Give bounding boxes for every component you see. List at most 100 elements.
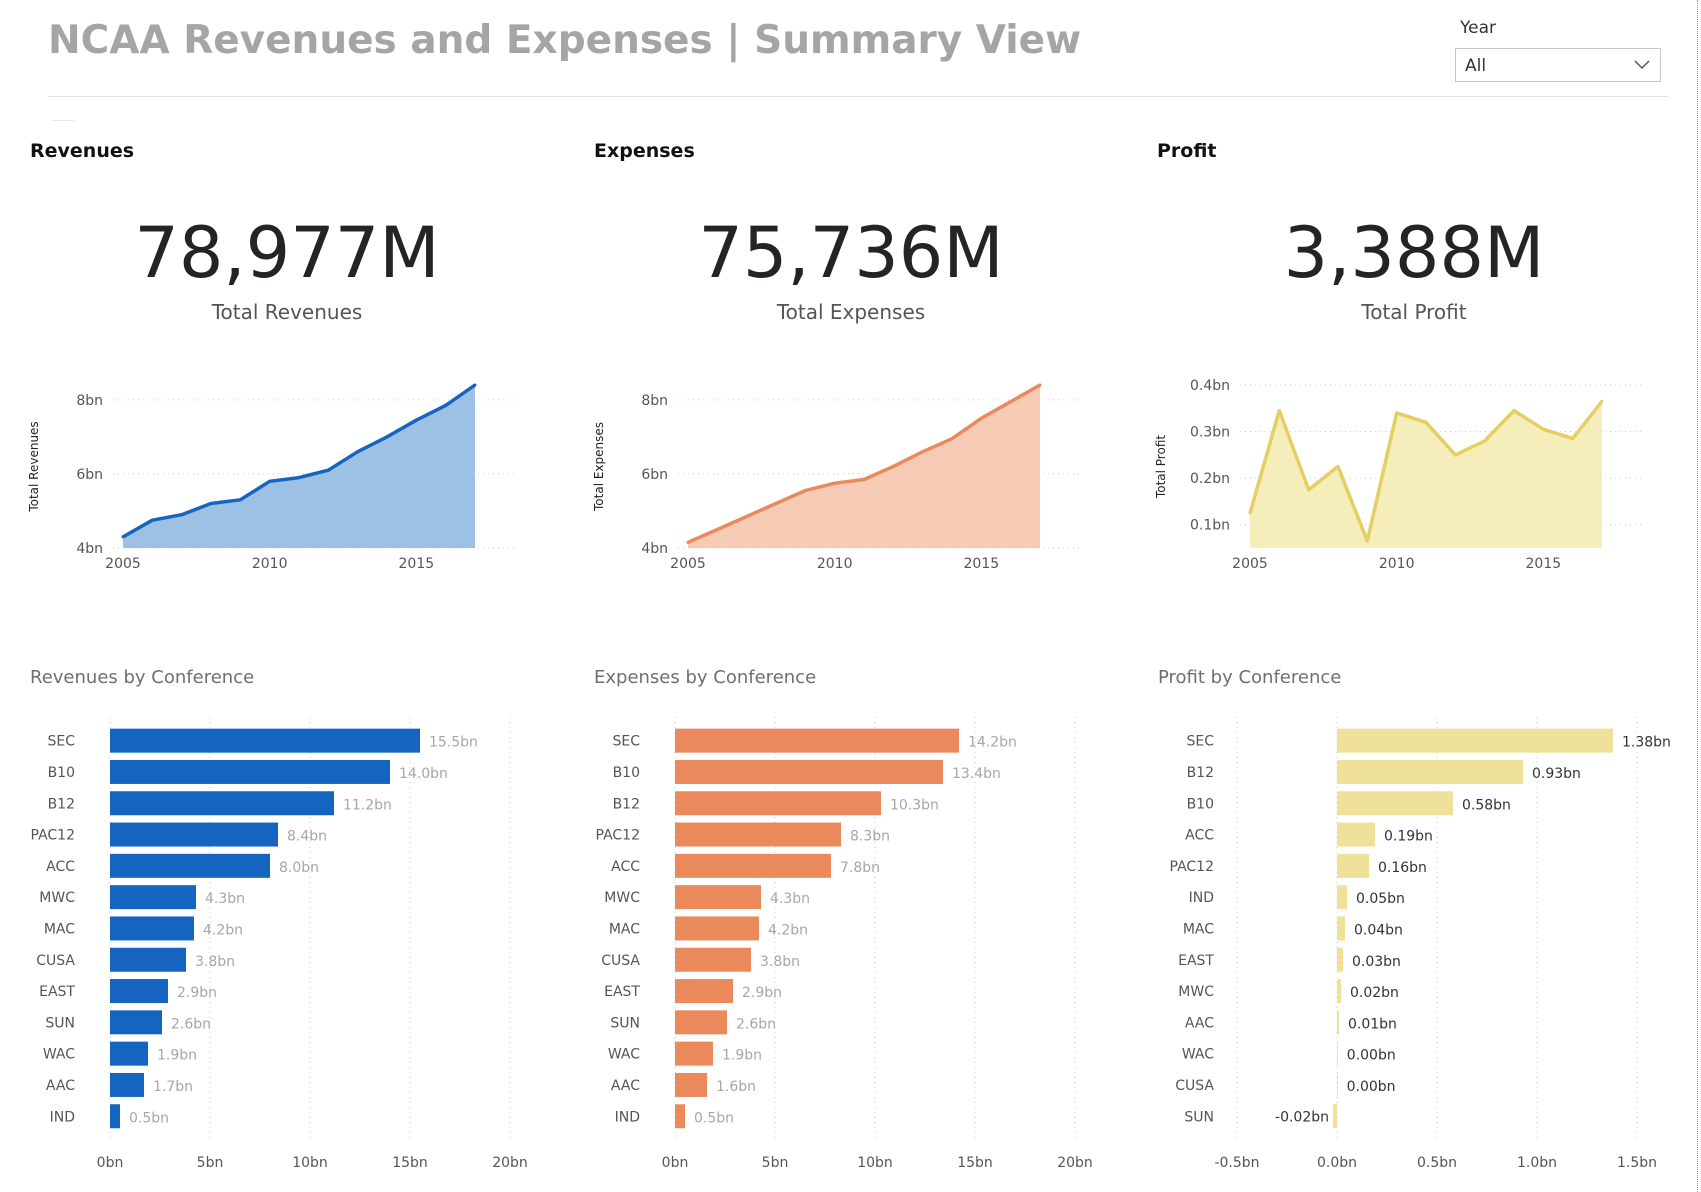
bar <box>675 947 751 972</box>
category-label: EAST <box>604 984 640 1000</box>
bar <box>675 979 733 1004</box>
data-point <box>715 527 719 531</box>
x-tick-label: 2010 <box>817 556 853 572</box>
data-point <box>686 540 690 544</box>
y-tick-label: 4bn <box>641 541 668 557</box>
data-point <box>1571 437 1575 441</box>
data-point <box>921 450 925 454</box>
bar <box>110 822 278 847</box>
revenues-section-title: Revenues <box>30 140 135 162</box>
x-tick-label: 20bn <box>1057 1155 1093 1171</box>
data-label: 4.3bn <box>205 891 245 907</box>
data-label: 1.7bn <box>153 1079 193 1095</box>
data-label: 1.38bn <box>1622 735 1671 751</box>
bar <box>675 885 761 910</box>
category-label: WAC <box>43 1047 75 1063</box>
bar <box>1337 791 1453 816</box>
bar <box>1337 1041 1338 1066</box>
category-label: ACC <box>46 859 75 875</box>
category-label: CUSA <box>36 953 75 969</box>
y-tick-label: 6bn <box>76 467 103 483</box>
data-point <box>150 518 154 522</box>
data-point <box>833 481 837 485</box>
category-label: MAC <box>609 921 640 937</box>
bar <box>1337 728 1613 753</box>
revenues-trend-chart[interactable]: 4bn 6bn 8bn 2005 2010 2015 Total Revenues <box>25 365 545 625</box>
data-label: 8.3bn <box>850 829 890 845</box>
total-expenses-label: Total Expenses <box>776 300 926 324</box>
profit-trend-chart[interactable]: 0.1bn 0.2bn 0.3bn 0.4bn 2005 2010 2015 Total Pr… <box>1152 365 1672 625</box>
data-label: 13.4bn <box>952 766 1001 782</box>
data-label: 4.3bn <box>770 891 810 907</box>
x-tick-label: 15bn <box>957 1155 993 1171</box>
total-profit-value: 3,388M <box>1283 212 1545 294</box>
x-tick-label: 2015 <box>399 556 435 572</box>
revenues-by-conference-chart[interactable]: 0bn 5bn 10bn 15bn 20bn SEC 15.5bn B10 14.0bn B12 1… <box>25 705 565 1171</box>
bar <box>675 1072 707 1097</box>
data-label: 4.2bn <box>768 922 808 938</box>
y-axis-title: Total Profit <box>1154 435 1168 499</box>
bar <box>110 885 196 910</box>
profit-by-conference-chart[interactable]: -0.5bn 0.0bn 0.5bn 1.0bn 1.5bn SEC 1.38bn B12 0.… <box>1152 705 1692 1171</box>
data-point <box>238 498 242 502</box>
x-tick-label: 10bn <box>857 1155 893 1171</box>
data-label: 0.5bn <box>129 1110 169 1126</box>
category-label: B12 <box>48 796 75 812</box>
category-label: B10 <box>48 765 75 781</box>
bar <box>675 1104 685 1129</box>
data-label: 4.2bn <box>203 922 243 938</box>
category-label: PAC12 <box>31 828 75 844</box>
y-axis-title: Total Revenues <box>27 421 41 512</box>
x-tick-label: 2010 <box>252 556 288 572</box>
data-point <box>862 477 866 481</box>
bar <box>675 916 759 941</box>
bar <box>110 759 390 784</box>
data-label: 2.6bn <box>171 1016 211 1032</box>
data-point <box>121 535 125 539</box>
category-label: CUSA <box>601 953 640 969</box>
category-label: MWC <box>604 890 640 906</box>
data-label: 0.05bn <box>1356 891 1405 907</box>
x-tick-label: 1.0bn <box>1517 1155 1557 1171</box>
expenses-by-conference-chart[interactable]: 0bn 5bn 10bn 15bn 20bn SEC 14.2bn B10 13.4bn B12 1… <box>590 705 1130 1171</box>
x-tick-label: 0.0bn <box>1317 1155 1357 1171</box>
x-tick-label: 0bn <box>662 1155 689 1171</box>
bar <box>1337 916 1345 941</box>
category-label: IND <box>50 1109 75 1125</box>
data-point <box>803 489 807 493</box>
x-tick-label: 2005 <box>670 556 706 572</box>
bar <box>1337 947 1343 972</box>
header-divider <box>48 96 1668 97</box>
data-point <box>1248 511 1252 515</box>
data-point <box>209 502 213 506</box>
data-label: 0.02bn <box>1350 985 1399 1001</box>
y-tick-label: 0.4bn <box>1190 378 1230 394</box>
chevron-down-icon <box>1634 60 1650 70</box>
bar <box>110 728 420 753</box>
category-label: AAC <box>46 1078 75 1094</box>
data-point <box>444 403 448 407</box>
year-filter-dropdown[interactable]: All <box>1455 48 1661 82</box>
data-point <box>1307 488 1311 492</box>
category-label: SEC <box>1186 734 1214 750</box>
data-label: 0.16bn <box>1378 860 1427 876</box>
bar <box>675 791 881 816</box>
data-point <box>414 418 418 422</box>
total-profit-label: Total Profit <box>1361 300 1467 324</box>
category-label: EAST <box>1178 953 1214 969</box>
x-tick-label: 5bn <box>197 1155 224 1171</box>
category-label: B12 <box>1187 765 1214 781</box>
expenses-trend-chart[interactable]: 4bn 6bn 8bn 2005 2010 2015 Total Expenses <box>590 365 1110 625</box>
bar <box>675 853 831 878</box>
data-label: 0.19bn <box>1384 829 1433 845</box>
category-label: WAC <box>1182 1047 1214 1063</box>
data-label: 15.5bn <box>429 735 478 751</box>
category-label: MAC <box>44 921 75 937</box>
x-tick-label: 15bn <box>392 1155 428 1171</box>
bar <box>675 728 959 753</box>
data-label: 0.03bn <box>1352 954 1401 970</box>
data-point <box>745 515 749 519</box>
data-label: 10.3bn <box>890 797 939 813</box>
year-filter-label: Year <box>1460 18 1496 38</box>
data-label: 0.04bn <box>1354 922 1403 938</box>
